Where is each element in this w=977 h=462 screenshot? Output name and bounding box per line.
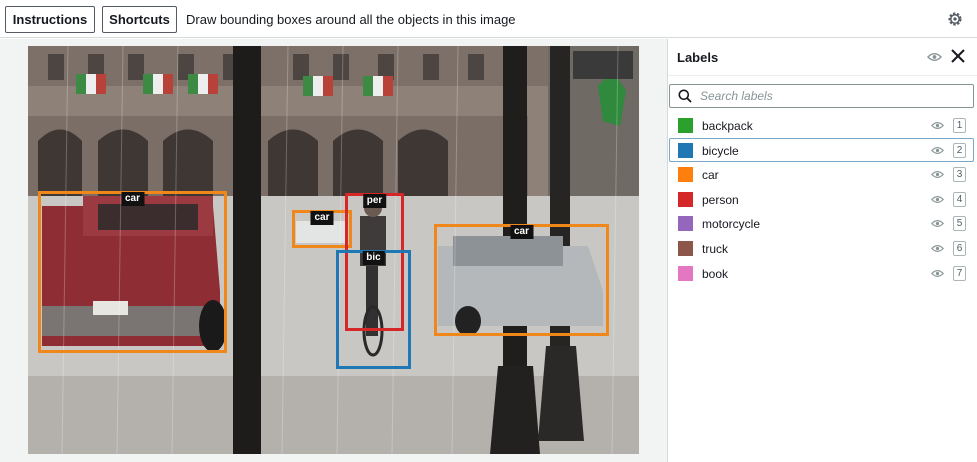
hotkey-badge: 1 bbox=[953, 118, 966, 133]
panel-title: Labels bbox=[677, 50, 719, 65]
eye-icon[interactable] bbox=[931, 170, 944, 179]
shortcuts-button[interactable]: Shortcuts bbox=[102, 6, 177, 33]
eye-icon[interactable] bbox=[931, 195, 944, 204]
instructions-button[interactable]: Instructions bbox=[5, 6, 95, 33]
annotation-image[interactable]: car car per bic car bbox=[28, 46, 639, 454]
label-name: bicycle bbox=[702, 143, 739, 158]
bbox-label: bic bbox=[362, 251, 385, 265]
bbox-label: per bbox=[362, 194, 387, 208]
label-name: book bbox=[702, 266, 729, 281]
color-swatch bbox=[678, 142, 693, 158]
label-name: car bbox=[702, 168, 719, 183]
eye-icon[interactable] bbox=[931, 121, 944, 130]
hotkey-badge: 5 bbox=[953, 216, 966, 232]
hotkey-badge: 2 bbox=[953, 142, 966, 158]
color-swatch bbox=[678, 265, 693, 281]
label-name: person bbox=[702, 192, 739, 207]
label-item-person[interactable]: person 4 bbox=[669, 187, 974, 211]
label-item-backpack[interactable]: backpack 1 bbox=[669, 113, 974, 137]
hotkey-badge: 6 bbox=[953, 240, 966, 256]
label-name: motorcycle bbox=[702, 217, 761, 232]
bbox-bicycle[interactable]: bic bbox=[336, 250, 411, 369]
color-swatch bbox=[678, 167, 693, 183]
label-name: backpack bbox=[702, 119, 753, 133]
color-swatch bbox=[678, 216, 693, 232]
label-search[interactable] bbox=[669, 84, 974, 108]
panel-divider bbox=[668, 75, 977, 76]
bbox-car[interactable]: car bbox=[292, 210, 352, 248]
close-icon[interactable] bbox=[950, 48, 966, 64]
label-item-motorcycle[interactable]: motorcycle 5 bbox=[669, 211, 974, 235]
hotkey-badge: 4 bbox=[953, 191, 966, 207]
eye-icon[interactable] bbox=[927, 52, 942, 62]
label-item-car[interactable]: car 3 bbox=[669, 162, 974, 186]
hotkey-badge: 3 bbox=[953, 167, 966, 183]
label-item-book[interactable]: book 7 bbox=[669, 261, 974, 285]
color-swatch bbox=[678, 191, 693, 207]
bbox-car[interactable]: car bbox=[434, 224, 609, 336]
label-list: backpack 1 bicycle 2 car 3 person 4 motorcycle 5 t… bbox=[669, 113, 974, 285]
bbox-label: car bbox=[120, 192, 145, 206]
labels-panel: Labels backpack 1 bicycle 2 car 3 person 4 motor… bbox=[667, 39, 977, 462]
bbox-label: car bbox=[509, 225, 534, 239]
search-input[interactable] bbox=[700, 89, 960, 103]
annotation-workspace: car car per bic car bbox=[0, 39, 667, 462]
label-item-truck[interactable]: truck 6 bbox=[669, 236, 974, 260]
color-swatch bbox=[678, 118, 693, 133]
top-toolbar: Instructions Shortcuts Draw bounding box… bbox=[0, 0, 977, 38]
hotkey-badge: 7 bbox=[953, 265, 966, 281]
gear-icon[interactable] bbox=[946, 10, 964, 28]
eye-icon[interactable] bbox=[931, 219, 944, 228]
eye-icon[interactable] bbox=[931, 146, 944, 155]
bbox-car[interactable]: car bbox=[38, 191, 227, 353]
label-name: truck bbox=[702, 241, 729, 256]
search-icon bbox=[678, 89, 692, 103]
eye-icon[interactable] bbox=[931, 244, 944, 253]
bbox-label: car bbox=[310, 211, 334, 225]
color-swatch bbox=[678, 240, 693, 256]
eye-icon[interactable] bbox=[931, 269, 944, 278]
label-item-bicycle[interactable]: bicycle 2 bbox=[669, 137, 974, 162]
task-title: Draw bounding boxes around all the objec… bbox=[186, 12, 516, 27]
